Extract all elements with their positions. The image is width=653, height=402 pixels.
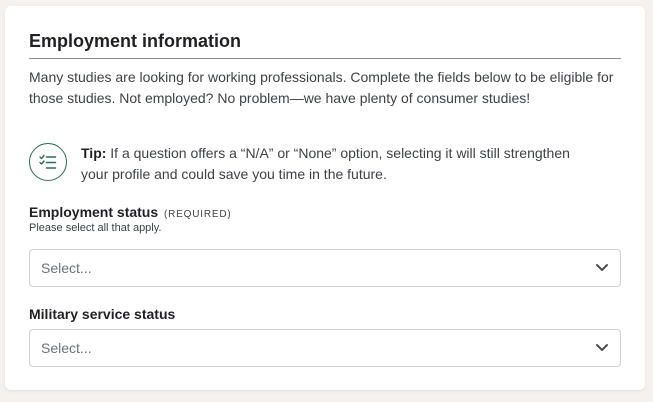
tip-text: Tip: If a question offers a “N/A” or “No… — [81, 143, 601, 185]
required-tag: (REQUIRED) — [164, 209, 232, 220]
chevron-down-icon — [596, 264, 608, 271]
checklist-icon — [29, 143, 67, 181]
employment-status-helper: Please select all that apply. — [29, 222, 162, 234]
section-title: Employment information — [29, 31, 242, 51]
section-intro: Many studies are looking for working pro… — [29, 69, 614, 106]
military-status-select[interactable]: Select... — [29, 329, 621, 367]
tip-body: If a question offers a “N/A” or “None” o… — [81, 145, 570, 182]
chevron-down-icon — [596, 344, 608, 351]
employment-status-label-text: Employment status — [29, 204, 159, 220]
tip-label: Tip: — [81, 145, 107, 161]
military-status-placeholder: Select... — [41, 340, 92, 356]
title-divider — [29, 58, 621, 59]
employment-status-label: Employment status (REQUIRED) — [29, 204, 231, 220]
employment-info-card: Employment information Many studies are … — [5, 6, 645, 390]
employment-status-placeholder: Select... — [41, 260, 92, 276]
military-status-label: Military service status — [29, 306, 176, 322]
employment-status-select[interactable]: Select... — [29, 249, 621, 287]
